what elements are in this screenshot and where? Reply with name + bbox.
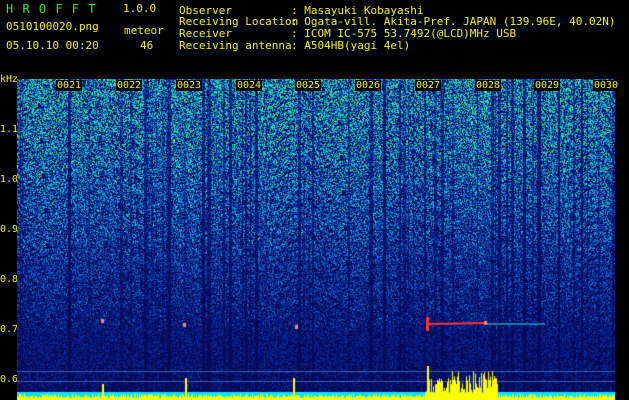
y-tick-label: 0.9 bbox=[0, 224, 19, 235]
antenna-value: : A504HB(yagi 4el) bbox=[291, 39, 411, 52]
spectrogram-canvas bbox=[17, 79, 615, 400]
y-tick-label: 0.6 bbox=[0, 374, 19, 385]
y-tick-label: 0.8 bbox=[0, 274, 19, 285]
y-tick-label: 1.1 bbox=[0, 124, 19, 135]
meteor-label: meteor bbox=[124, 24, 164, 37]
observation-datetime: 05.10.10 00:20 bbox=[6, 39, 99, 52]
antenna-label: Receiving antenna bbox=[179, 39, 292, 52]
image-filename: 0510100020.png bbox=[6, 20, 99, 33]
app-logo: H R O F F T bbox=[6, 2, 97, 16]
y-tick-label: 1.0 bbox=[0, 174, 19, 185]
y-axis-unit: kHz bbox=[0, 74, 19, 85]
app-version: 1.0.0 bbox=[123, 2, 157, 15]
meteor-count: 46 bbox=[140, 39, 154, 52]
y-tick-label: 0.7 bbox=[0, 324, 19, 335]
